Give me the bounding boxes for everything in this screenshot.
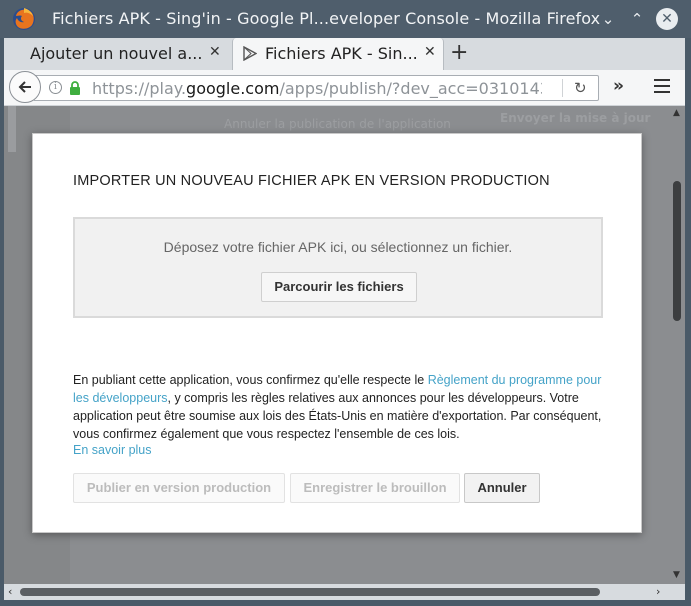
publish-production-button[interactable]: Publier en version production [73,473,285,503]
drop-zone-text: Déposez votre fichier APK ici, ou sélect… [163,239,513,255]
url-suffix: /apps/publish/?dev_acc=0310143 [279,79,542,98]
legal-notice: En publiant cette application, vous conf… [73,371,613,443]
reload-icon[interactable]: ↻ [574,79,587,97]
google-play-icon [243,46,257,61]
back-button[interactable] [9,71,41,103]
cancel-button[interactable]: Annuler [464,473,540,503]
vertical-scrollbar[interactable]: ▲ ▼ [670,106,685,584]
scroll-right-icon[interactable]: › [656,585,660,598]
window-title: Fichiers APK - Sing'in - Google Pl...eve… [52,9,601,28]
navigation-bar: i https://play.google.com/apps/publish/?… [4,70,685,106]
vertical-scroll-thumb[interactable] [673,181,681,321]
tab-ajouter[interactable]: Ajouter un nouvel a... ✕ [10,38,232,70]
tab-close-icon[interactable]: ✕ [209,44,221,60]
background-send-update-text: Envoyer la mise à jour [500,111,651,125]
background-unpublish-text: Annuler la publication de l'application [224,117,451,131]
save-draft-button[interactable]: Enregistrer le brouillon [290,473,460,503]
horizontal-scroll-thumb[interactable] [20,588,600,596]
scroll-up-icon[interactable]: ▲ [673,108,680,118]
window-bottom-border [0,600,691,606]
url-text[interactable]: https://play.google.com/apps/publish/?de… [92,79,542,98]
info-icon[interactable]: i [49,81,62,94]
url-bar[interactable]: i https://play.google.com/apps/publish/?… [34,75,599,101]
tab-close-icon[interactable]: ✕ [424,44,436,60]
learn-more-link[interactable]: En savoir plus [73,443,152,457]
url-domain: google.com [186,79,280,98]
scroll-left-icon[interactable]: ‹ [8,585,12,598]
dialog-title: IMPORTER UN NOUVEAU FICHIER APK EN VERSI… [73,173,550,189]
scroll-down-icon[interactable]: ▼ [673,570,680,580]
tab-label: Ajouter un nouvel a... [30,44,203,63]
url-separator [562,79,563,97]
hamburger-menu-icon[interactable] [654,79,670,93]
background-sidebar-strip [8,106,16,152]
url-prefix: https://play. [92,79,187,98]
tab-bar: Ajouter un nouvel a... ✕ Fichiers APK - … [4,38,685,70]
upload-apk-dialog: IMPORTER UN NOUVEAU FICHIER APK EN VERSI… [32,133,642,533]
maximize-button[interactable]: ⌃ [626,8,648,30]
horizontal-scrollbar[interactable]: ‹ › [4,584,685,600]
tab-label: Fichiers APK - Sin... [265,44,418,63]
legal-text-start: En publiant cette application, vous conf… [73,373,428,387]
window-titlebar: Fichiers APK - Sing'in - Google Pl...eve… [0,0,691,38]
overflow-chevron-icon[interactable]: » [613,76,624,96]
apk-drop-zone[interactable]: Déposez votre fichier APK ici, ou sélect… [73,217,603,318]
minimize-button[interactable]: ⌄ [597,8,619,30]
new-tab-button[interactable]: + [450,40,468,65]
tab-fichiers-apk[interactable]: Fichiers APK - Sin... ✕ [232,38,444,70]
window-close-button[interactable]: ✕ [656,8,678,30]
firefox-icon [13,8,35,30]
lock-icon[interactable] [69,81,81,95]
back-arrow-icon [18,81,31,93]
browse-files-button[interactable]: Parcourir les fichiers [261,272,417,302]
